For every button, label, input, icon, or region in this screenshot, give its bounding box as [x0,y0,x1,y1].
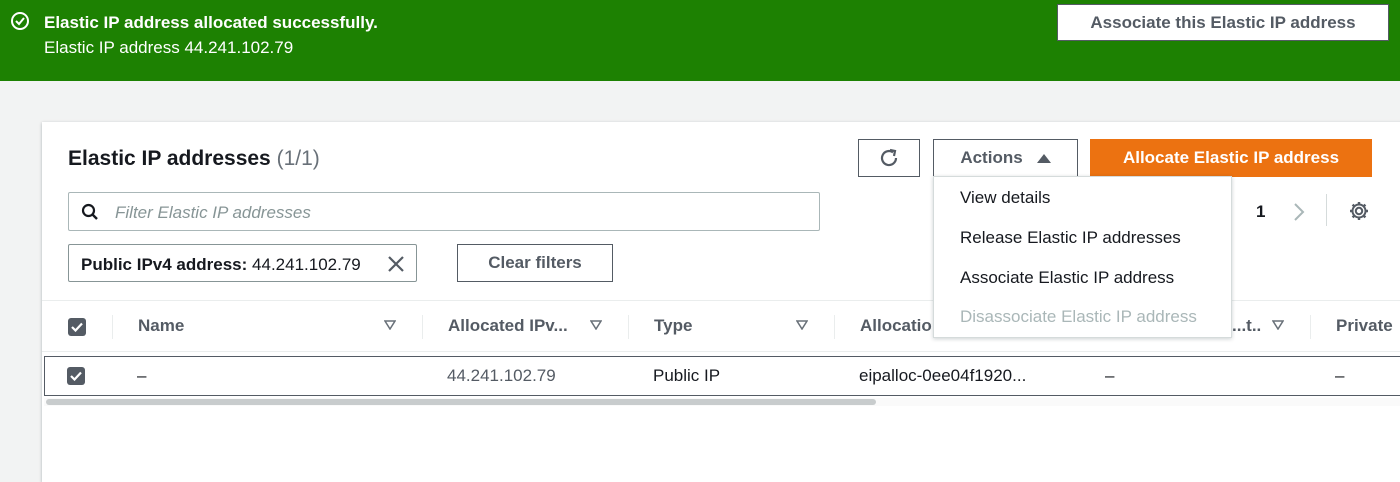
selection-count: (1/1) [276,147,320,170]
gear-icon[interactable] [1348,200,1370,222]
success-check-icon [11,12,29,30]
sort-icon[interactable] [590,320,602,330]
sort-icon[interactable] [1272,320,1284,330]
table-row[interactable]: – 44.241.102.79 Public IP eipalloc-0ee04… [44,356,1400,396]
cell-name: – [137,366,147,385]
row-checkbox[interactable] [67,367,85,385]
panel-title-text: Elastic IP addresses [68,147,271,170]
scrollbar-thumb[interactable] [46,399,876,405]
banner-message: Elastic IP address 44.241.102.79 [44,38,294,57]
sort-icon[interactable] [384,320,396,330]
search-input[interactable] [113,193,807,232]
column-header-allocated-ip[interactable]: Allocated IPv... [448,301,583,351]
filter-value: 44.241.102.79 [252,255,361,274]
refresh-icon [880,148,898,167]
search-icon [81,203,98,220]
sort-icon[interactable] [796,320,808,330]
allocate-ip-button[interactable]: Allocate Elastic IP address [1090,139,1372,177]
search-box [68,192,820,232]
actions-button[interactable]: Actions [933,139,1078,177]
menu-item-view-details[interactable]: View details [960,188,1050,208]
actions-dropdown-menu: View details Release Elastic IP addresse… [933,176,1232,338]
caret-up-icon [1036,153,1051,163]
column-divider [628,315,629,339]
column-divider [834,315,835,339]
column-divider [422,315,423,339]
cell-type: Public IP [653,366,721,385]
select-all-checkbox[interactable] [68,318,86,336]
cell-allocation-id: eipalloc-0ee04f1920... [859,366,1027,385]
filter-key: Public IPv4 address: [81,255,248,274]
menu-item-associate-ip[interactable]: Associate Elastic IP address [960,268,1174,288]
clear-filters-button[interactable]: Clear filters [457,244,613,282]
cell-private: – [1335,366,1345,385]
menu-item-disassociate-ip: Disassociate Elastic IP address [960,307,1197,326]
column-header-type[interactable]: Type [654,301,774,351]
cell-allocated-ip[interactable]: 44.241.102.79 [447,366,556,386]
page-number[interactable]: 1 [1256,202,1265,222]
menu-item-release-ip[interactable]: Release Elastic IP addresses [960,228,1181,248]
column-header-name[interactable]: Name [138,301,358,351]
refresh-button[interactable] [858,139,920,177]
column-header-truncated[interactable]: ...t... [1232,301,1262,351]
cell-col5: – [1105,366,1115,385]
filter-token-label: Public IPv4 address: 44.241.102.79 [81,255,361,275]
actions-label: Actions [960,148,1023,167]
pagination-divider [1326,194,1327,226]
column-divider [1310,315,1311,339]
column-divider [112,315,113,339]
chevron-right-icon[interactable] [1292,202,1306,222]
banner-title: Elastic IP address allocated successfull… [44,13,378,32]
close-icon[interactable] [387,255,405,273]
associate-this-ip-button[interactable]: Associate this Elastic IP address [1057,4,1389,41]
panel-title: Elastic IP addresses (1/1) [68,147,320,171]
success-banner: Elastic IP address allocated successfull… [0,0,1400,81]
filter-token: Public IPv4 address: 44.241.102.79 [68,244,417,282]
column-header-private[interactable]: Private [1336,301,1400,351]
